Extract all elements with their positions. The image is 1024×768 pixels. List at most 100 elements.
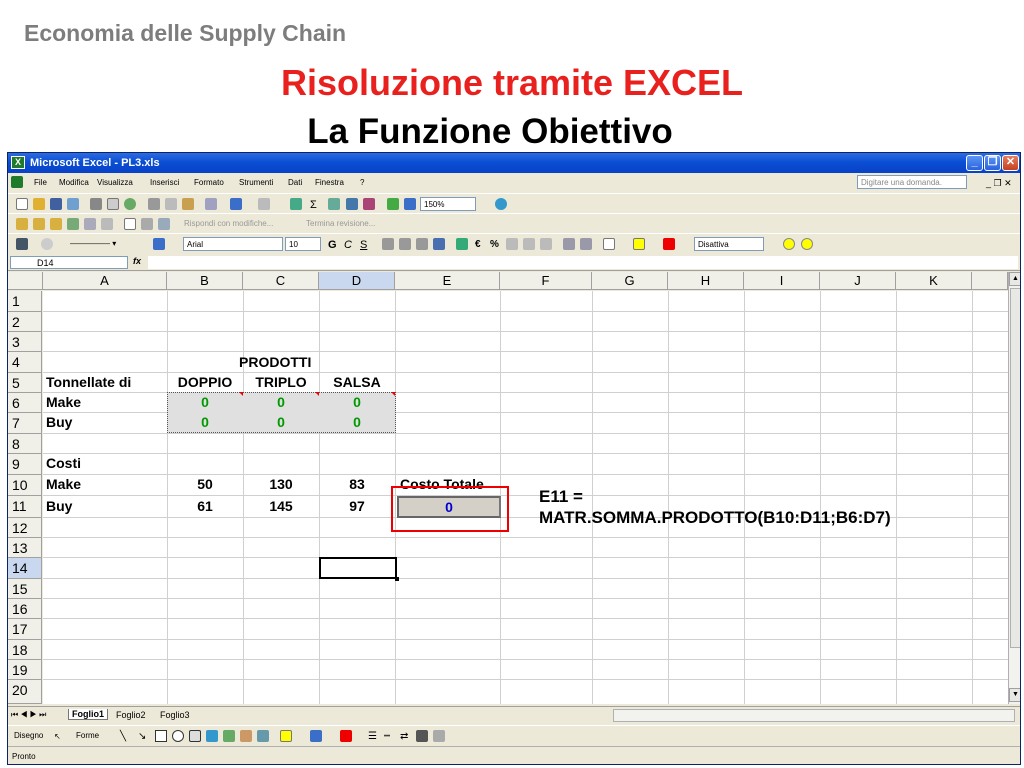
align-left-icon[interactable] xyxy=(382,238,394,250)
restore-button[interactable]: ❐ xyxy=(984,155,1001,171)
cell-d5[interactable]: SALSA xyxy=(319,372,395,392)
row-header-9[interactable]: 9 xyxy=(8,454,42,475)
undo-icon[interactable] xyxy=(230,198,242,210)
tab-scroll-icons[interactable]: ⏮ ◀ ▶ ⏭ xyxy=(11,710,46,720)
row-header-16[interactable]: 16 xyxy=(8,599,42,619)
window-titlebar[interactable]: X Microsoft Excel - PL3.xls _ ❐ ✕ xyxy=(8,153,1020,173)
row-header-12[interactable]: 12 xyxy=(8,518,42,538)
menu-formato[interactable]: Formato xyxy=(194,178,224,187)
pointer-icon[interactable]: ↖ xyxy=(54,732,61,741)
diagram-icon[interactable] xyxy=(223,730,235,742)
fill-color-icon[interactable] xyxy=(633,238,645,250)
cell-c10[interactable]: 130 xyxy=(243,474,319,494)
end-review-button[interactable]: Termina revisione... xyxy=(306,219,375,228)
vertical-scrollbar[interactable]: ▲ ▼ xyxy=(1008,272,1020,704)
review-icon-8[interactable] xyxy=(141,218,153,230)
align-center-icon[interactable] xyxy=(399,238,411,250)
borders-icon[interactable] xyxy=(603,238,615,250)
euro-icon[interactable]: € xyxy=(475,239,481,250)
row-header-15[interactable]: 15 xyxy=(8,579,42,599)
reply-with-changes-button[interactable]: Rispondi con modifiche... xyxy=(184,219,273,228)
review-icon-1[interactable] xyxy=(16,218,28,230)
cell-a11[interactable]: Buy xyxy=(46,496,72,516)
underline-button[interactable]: S xyxy=(360,239,367,251)
cell-c7[interactable]: 0 xyxy=(243,412,319,432)
col-header-f[interactable]: F xyxy=(500,272,592,290)
decrease-indent-icon[interactable] xyxy=(563,238,575,250)
row-header-6[interactable]: 6 xyxy=(8,393,42,413)
col-header-i[interactable]: I xyxy=(744,272,820,290)
cell-c11[interactable]: 145 xyxy=(243,496,319,516)
menu-modifica[interactable]: Modifica xyxy=(59,178,89,187)
row-header-18[interactable]: 18 xyxy=(8,640,42,660)
active-cell-d14[interactable] xyxy=(319,557,397,579)
close-button[interactable]: ✕ xyxy=(1002,155,1019,171)
cell-c5[interactable]: TRIPLO xyxy=(243,372,319,392)
increase-indent-icon[interactable] xyxy=(580,238,592,250)
print-icon[interactable] xyxy=(90,198,102,210)
bold-button[interactable]: G xyxy=(328,239,337,251)
italic-button[interactable]: C xyxy=(344,239,352,251)
menu-help[interactable]: ? xyxy=(360,178,364,187)
font-select[interactable]: Arial xyxy=(183,237,283,251)
scroll-up-icon[interactable]: ▲ xyxy=(1009,272,1020,286)
line-style-icon[interactable]: ————— ▾ xyxy=(70,239,116,248)
row-header-3[interactable]: 3 xyxy=(8,332,42,352)
menu-inserisci[interactable]: Inserisci xyxy=(150,178,179,187)
review-icon-2[interactable] xyxy=(33,218,45,230)
draw-font-color-icon[interactable] xyxy=(340,730,352,742)
draw-menu-button[interactable]: Disegno xyxy=(14,731,43,740)
menu-file[interactable]: File xyxy=(34,178,47,187)
tab-foglio2[interactable]: Foglio2 xyxy=(116,710,146,720)
permission-icon[interactable] xyxy=(67,198,79,210)
row-header-17[interactable]: 17 xyxy=(8,619,42,640)
zoom-select[interactable]: 150% xyxy=(420,197,476,211)
font-size-select[interactable]: 10 xyxy=(285,237,321,251)
eraser-icon[interactable] xyxy=(41,238,53,250)
menu-visualizza[interactable]: Visualizza xyxy=(97,178,133,187)
cell-d7[interactable]: 0 xyxy=(319,412,395,432)
row-header-10[interactable]: 10 xyxy=(8,475,42,496)
col-header-g[interactable]: G xyxy=(592,272,668,290)
cell-b5[interactable]: DOPPIO xyxy=(167,372,243,392)
line-icon[interactable]: ╲ xyxy=(120,731,126,742)
row-header-1[interactable]: 1 xyxy=(8,291,42,312)
cell-a10[interactable]: Make xyxy=(46,474,81,494)
help-search-input[interactable]: Digitare una domanda. xyxy=(857,175,967,189)
3d-icon[interactable] xyxy=(433,730,445,742)
review-icon-5[interactable] xyxy=(84,218,96,230)
formula-input[interactable] xyxy=(148,256,1018,269)
scroll-thumb[interactable] xyxy=(1010,288,1020,648)
row-header-14[interactable]: 14 xyxy=(8,558,42,579)
review-icon-4[interactable] xyxy=(67,218,79,230)
cell-c6[interactable]: 0 xyxy=(243,392,319,412)
shape-fill-icon[interactable] xyxy=(280,730,292,742)
open-icon[interactable] xyxy=(33,198,45,210)
minimize-button[interactable]: _ xyxy=(966,155,983,171)
cell-a9[interactable]: Costi xyxy=(46,453,81,473)
row-header-5[interactable]: 5 xyxy=(8,373,42,393)
col-header-j[interactable]: J xyxy=(820,272,896,290)
autosum-icon[interactable]: Σ xyxy=(310,199,317,211)
chart-wizard-icon[interactable] xyxy=(387,198,399,210)
pen-color-icon[interactable] xyxy=(153,238,165,250)
format-painter-icon[interactable] xyxy=(205,198,217,210)
drawing-icon[interactable] xyxy=(404,198,416,210)
new-icon[interactable] xyxy=(16,198,28,210)
print-preview-icon[interactable] xyxy=(107,198,119,210)
cell-a5[interactable]: Tonnellate di xyxy=(46,372,131,392)
row-header-7[interactable]: 7 xyxy=(8,413,42,434)
horizontal-scrollbar[interactable] xyxy=(613,709,1015,722)
col-header-b[interactable]: B xyxy=(167,272,243,290)
font-color-icon[interactable] xyxy=(663,238,675,250)
percent-icon[interactable]: % xyxy=(490,239,499,250)
cell-b6[interactable]: 0 xyxy=(167,392,243,412)
sort-desc-icon[interactable] xyxy=(363,198,375,210)
cell-b11[interactable]: 61 xyxy=(167,496,243,516)
dash-style-icon[interactable]: ┅ xyxy=(384,731,390,742)
menu-dati[interactable]: Dati xyxy=(288,178,302,187)
row-header-19[interactable]: 19 xyxy=(8,660,42,680)
col-header-l[interactable] xyxy=(972,272,1008,290)
row-header-4[interactable]: 4 xyxy=(8,352,42,373)
scroll-down-icon[interactable]: ▼ xyxy=(1009,688,1020,702)
